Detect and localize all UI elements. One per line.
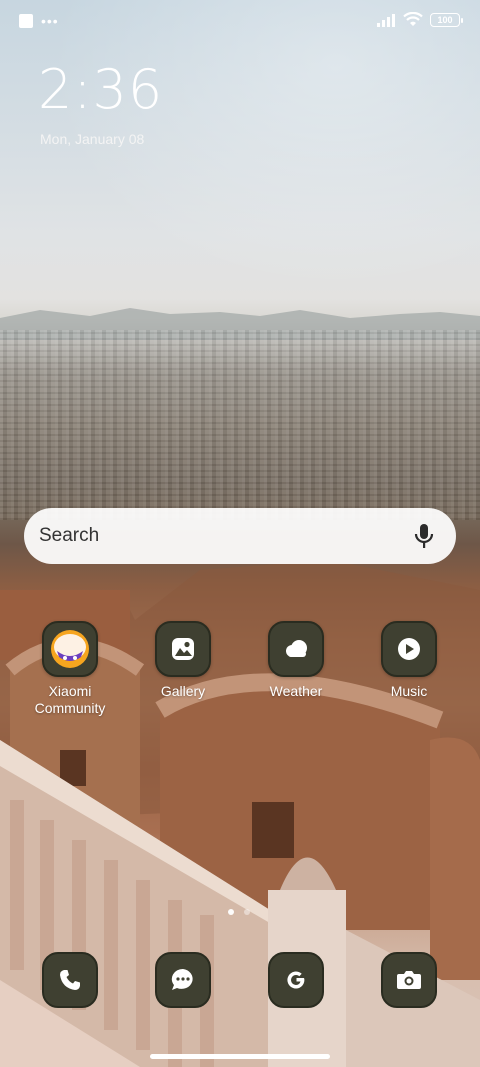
wallpaper-city [0, 330, 480, 520]
app-label-weather: Weather [269, 683, 323, 699]
signal-icon [377, 13, 395, 27]
page-dot[interactable] [244, 909, 250, 915]
app-music[interactable]: Music [359, 621, 459, 700]
messages-icon[interactable] [155, 952, 211, 1008]
app-weather[interactable]: Weather [246, 621, 346, 700]
music-icon [381, 621, 437, 677]
app-xiaomi-community[interactable]: Xiaomi Community [20, 621, 120, 717]
xiaomi-community-icon [42, 621, 98, 677]
search-label: Search [39, 525, 100, 546]
page-indicator [228, 909, 250, 915]
camera-icon[interactable] [381, 952, 437, 1008]
app-label-gallery: Gallery [160, 683, 206, 699]
app-label-xiaomi-community: Xiaomi Community [34, 683, 106, 716]
battery-icon: 100 [430, 12, 463, 27]
app-gallery[interactable]: Gallery [133, 621, 233, 700]
mic-icon[interactable] [414, 523, 434, 549]
page-dot-active[interactable] [228, 909, 234, 915]
home-indicator[interactable] [150, 1054, 330, 1059]
wifi-icon [403, 12, 423, 26]
weather-icon [268, 621, 324, 677]
gallery-icon [155, 621, 211, 677]
search-bar[interactable]: Search [24, 508, 456, 564]
wallpaper-sky [0, 0, 480, 330]
app-label-music: Music [390, 683, 428, 699]
phone-icon[interactable] [42, 952, 98, 1008]
battery-level: 100 [437, 14, 453, 25]
status-bar: ••• 100 [0, 0, 480, 44]
more-dots-icon: ••• [41, 13, 59, 29]
wallpaper-railing [0, 740, 480, 1067]
clock-date[interactable]: Mon, January 08 [40, 130, 144, 148]
clock-time[interactable]: 2:36 [38, 58, 163, 122]
google-icon[interactable] [268, 952, 324, 1008]
notification-square-icon [19, 14, 33, 28]
